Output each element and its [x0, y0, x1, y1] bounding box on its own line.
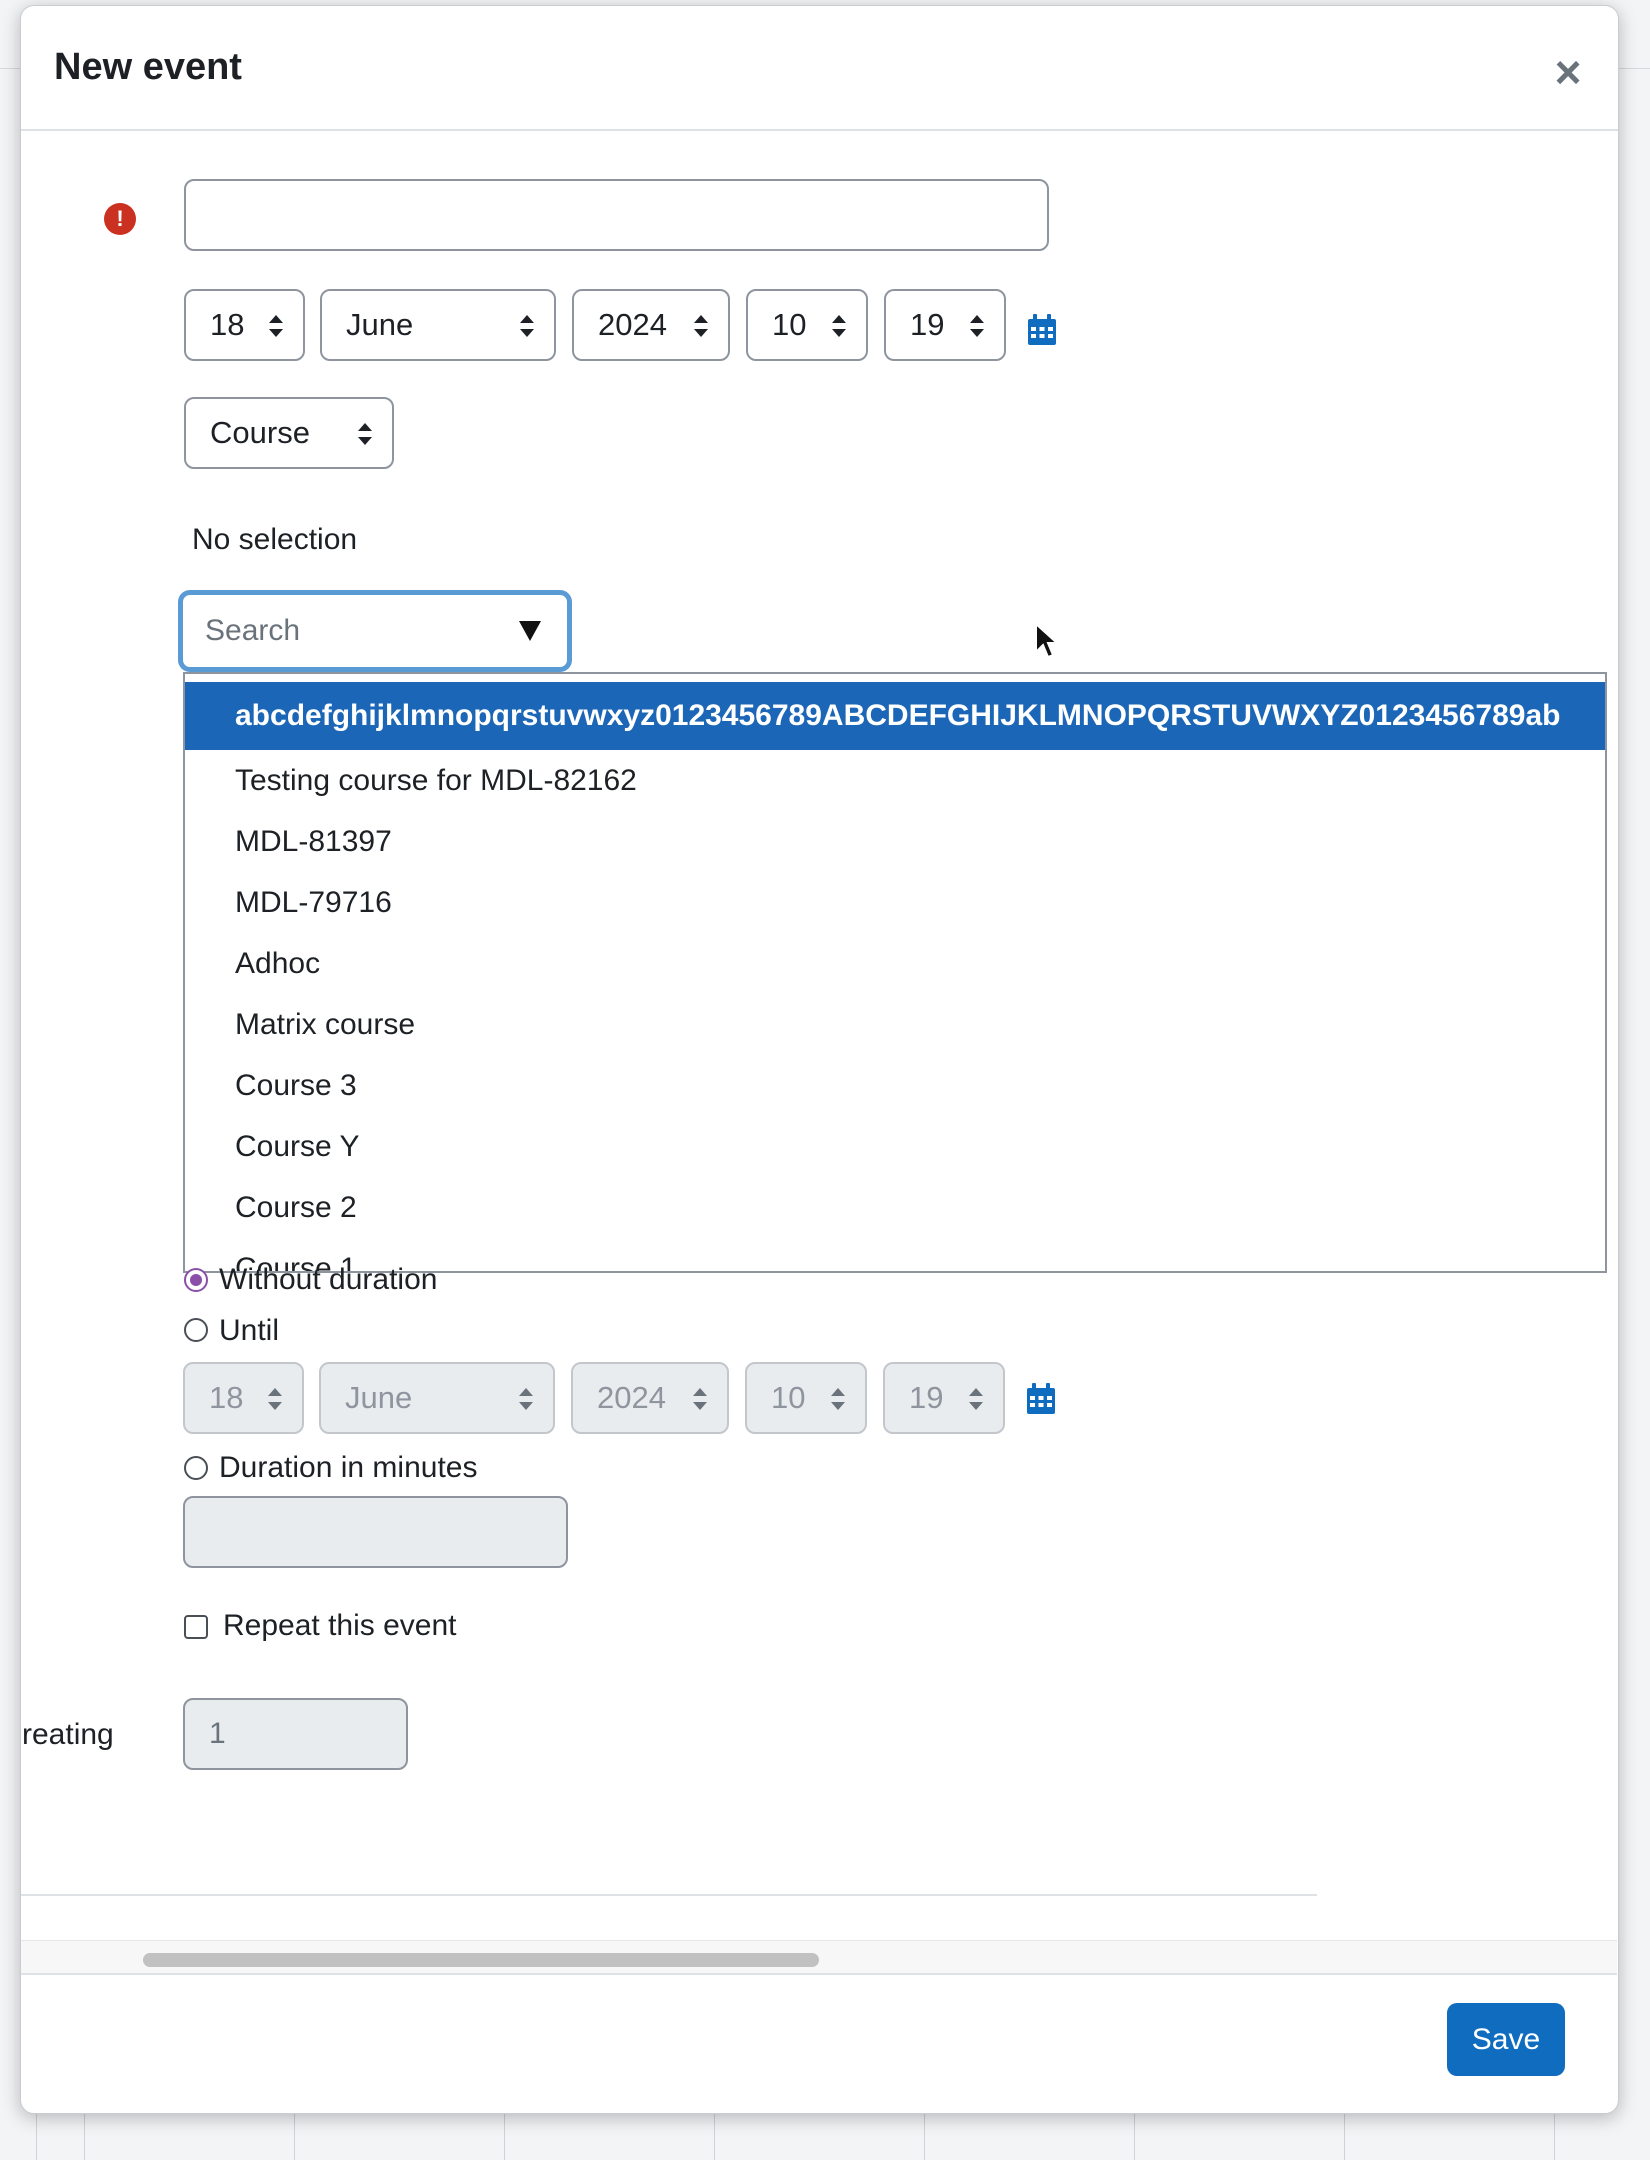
horizontal-scrollbar[interactable]	[21, 1940, 1617, 1973]
until-hour-value: 10	[771, 1380, 806, 1415]
course-options-list[interactable]: abcdefghijklmnopqrstuvwxyz0123456789ABCD…	[183, 672, 1607, 1273]
start-minute-value: 19	[910, 307, 945, 342]
course-option[interactable]: Course 3	[185, 1055, 1605, 1116]
start-month-select[interactable]: June	[320, 289, 556, 361]
triangle-down-icon[interactable]	[519, 621, 541, 641]
course-search-combobox[interactable]	[178, 590, 572, 672]
modal-footer-divider	[21, 1973, 1617, 1975]
until-minute-select[interactable]: 19	[883, 1362, 1005, 1434]
until-year-select[interactable]: 2024	[571, 1362, 729, 1434]
sort-arrows-icon	[693, 1388, 707, 1410]
start-day-select[interactable]: 18	[184, 289, 305, 361]
until-day-select[interactable]: 18	[183, 1362, 304, 1434]
event-name-input[interactable]	[184, 179, 1049, 251]
form-divider	[21, 1894, 1317, 1896]
start-year-select[interactable]: 2024	[572, 289, 730, 361]
calendar-icon[interactable]	[1027, 314, 1057, 346]
course-option[interactable]: Matrix course	[185, 994, 1605, 1055]
until-label: Until	[219, 1314, 280, 1347]
exclamation-icon: !	[104, 203, 136, 235]
sort-arrows-icon	[520, 315, 534, 337]
mouse-pointer-icon	[1035, 622, 1058, 659]
start-hour-value: 10	[772, 307, 807, 342]
start-year-value: 2024	[598, 307, 667, 342]
sort-arrows-icon	[831, 1388, 845, 1410]
event-type-select[interactable]: Course	[184, 397, 394, 469]
course-option[interactable]: Testing course for MDL-82162	[185, 750, 1605, 811]
sort-arrows-icon	[969, 1388, 983, 1410]
repeat-count-label: reating	[22, 1718, 114, 1751]
course-option[interactable]: Course Y	[185, 1116, 1605, 1177]
duration-minutes-label: Duration in minutes	[219, 1451, 478, 1484]
sort-arrows-icon	[268, 1388, 282, 1410]
sort-arrows-icon	[358, 423, 372, 445]
sort-arrows-icon	[269, 315, 283, 337]
until-radio[interactable]	[184, 1318, 208, 1342]
course-option[interactable]: Course 2	[185, 1177, 1605, 1238]
until-month-value: June	[345, 1380, 413, 1415]
course-search-input[interactable]	[183, 595, 483, 667]
start-minute-select[interactable]: 19	[884, 289, 1006, 361]
event-type-value: Course	[210, 415, 310, 450]
save-button[interactable]: Save	[1447, 2003, 1565, 2076]
repeat-event-checkbox[interactable]	[184, 1615, 208, 1639]
course-option[interactable]: Adhoc	[185, 933, 1605, 994]
until-minute-value: 19	[909, 1380, 944, 1415]
without-duration-radio[interactable]	[184, 1268, 208, 1292]
duration-minutes-input[interactable]	[183, 1496, 568, 1568]
scrollbar-thumb[interactable]	[143, 1953, 819, 1967]
course-option[interactable]: abcdefghijklmnopqrstuvwxyz0123456789ABCD…	[185, 682, 1605, 750]
sort-arrows-icon	[519, 1388, 533, 1410]
course-option[interactable]: MDL-79716	[185, 872, 1605, 933]
until-month-select[interactable]: June	[319, 1362, 555, 1434]
start-month-value: June	[346, 307, 414, 342]
repeat-event-label: Repeat this event	[223, 1609, 457, 1642]
repeat-count-input[interactable]	[183, 1698, 408, 1770]
calendar-icon[interactable]	[1026, 1383, 1056, 1415]
sort-arrows-icon	[694, 315, 708, 337]
duration-minutes-radio[interactable]	[184, 1456, 208, 1480]
close-icon[interactable]: ×	[1548, 49, 1588, 95]
modal-title: New event	[54, 46, 242, 88]
without-duration-label: Without duration	[219, 1263, 438, 1296]
sort-arrows-icon	[970, 315, 984, 337]
no-selection-text: No selection	[192, 523, 358, 556]
modal-header: New event ×	[21, 6, 1618, 131]
until-hour-select[interactable]: 10	[745, 1362, 867, 1434]
until-year-value: 2024	[597, 1380, 666, 1415]
sort-arrows-icon	[832, 315, 846, 337]
until-day-value: 18	[209, 1380, 244, 1415]
course-option[interactable]: MDL-81397	[185, 811, 1605, 872]
start-hour-select[interactable]: 10	[746, 289, 868, 361]
start-day-value: 18	[210, 307, 245, 342]
